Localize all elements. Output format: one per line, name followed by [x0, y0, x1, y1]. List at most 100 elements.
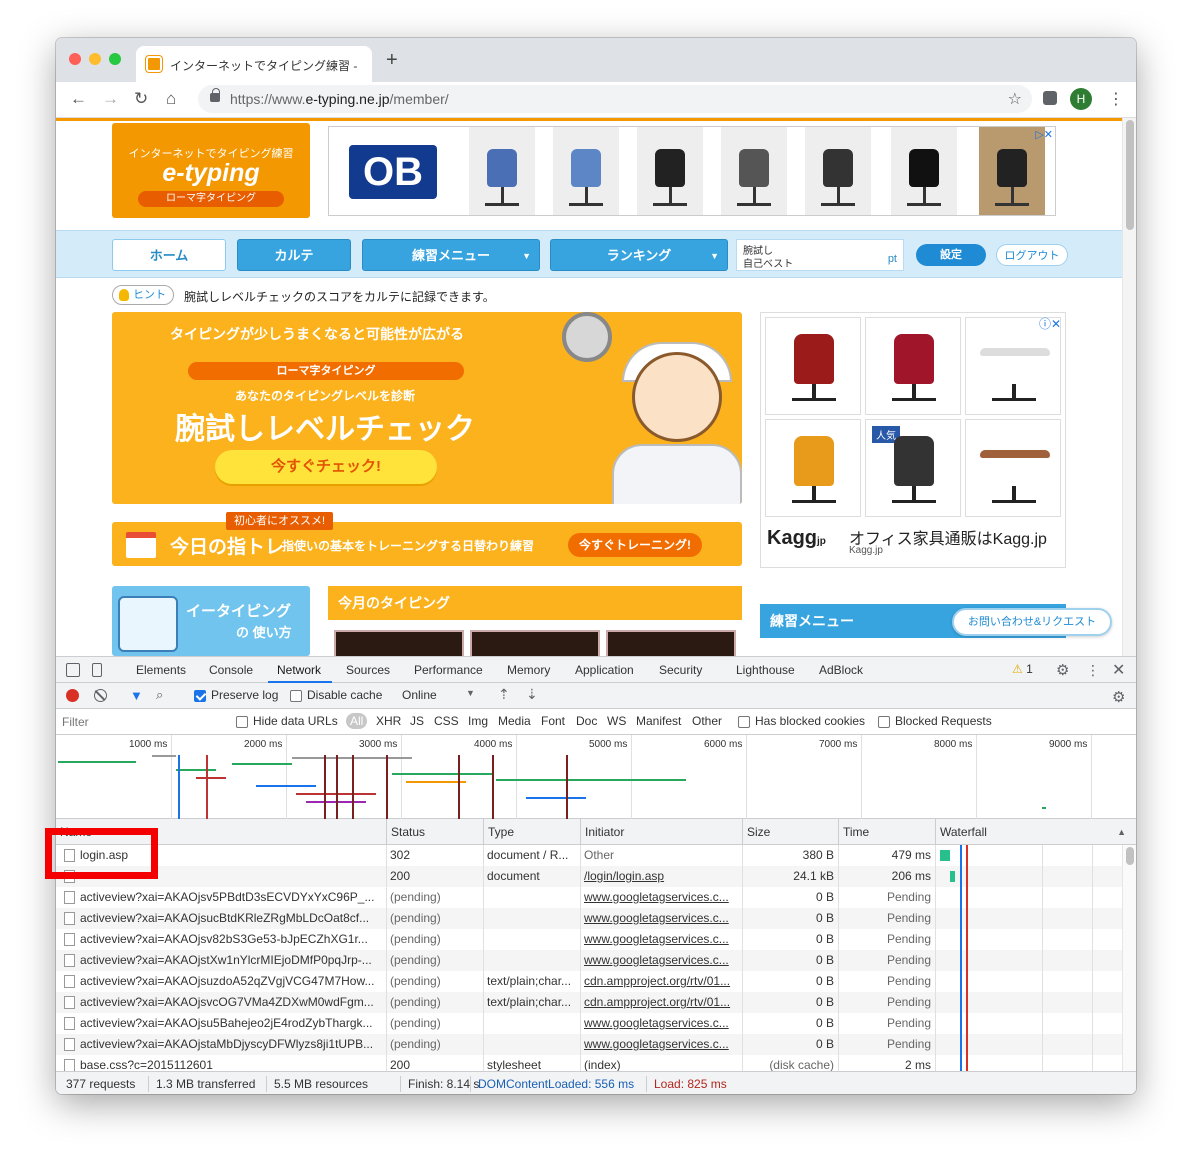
table-scrollbar-thumb[interactable]	[1126, 847, 1134, 865]
filter-manifest[interactable]: Manifest	[636, 714, 681, 728]
table-row[interactable]: activeview?xai=AKAOjstaMbDjyscyDFWlyzs8j…	[56, 1034, 1122, 1055]
logout-button[interactable]: ログアウト	[996, 244, 1068, 266]
page-scrollbar[interactable]	[1122, 118, 1136, 656]
close-devtools-icon[interactable]: ✕	[1112, 660, 1125, 680]
column-time[interactable]: Time	[838, 819, 935, 845]
site-logo[interactable]: インターネットでタイピング練習 e-typing ローマ字タイピング	[112, 123, 310, 218]
request-initiator-link[interactable]: www.googletagservices.c...	[580, 1034, 742, 1055]
ad-close-icon[interactable]: ⓘ✕	[1039, 315, 1061, 332]
filter-js[interactable]: JS	[410, 714, 424, 728]
filter-input[interactable]	[60, 712, 224, 732]
record-icon[interactable]	[66, 689, 79, 702]
column-initiator[interactable]: Initiator	[580, 819, 742, 845]
reload-icon[interactable]: ↻	[134, 90, 148, 108]
has-blocked-cookies-checkbox[interactable]	[738, 716, 750, 728]
ad-close-icon[interactable]: ▷✕	[1035, 128, 1053, 141]
filter-css[interactable]: CSS	[434, 714, 459, 728]
request-initiator-link[interactable]: www.googletagservices.c...	[580, 1013, 742, 1034]
tab-security[interactable]: Security	[659, 663, 702, 677]
table-row[interactable]: base.css?c=2015112601 200 stylesheet (in…	[56, 1055, 1122, 1071]
blocked-requests-checkbox[interactable]	[878, 716, 890, 728]
table-row[interactable]: activeview?xai=AKAOjsucBtdKRleZRgMbLDcOa…	[56, 908, 1122, 929]
network-overview-timeline[interactable]: 1000 ms 2000 ms 3000 ms 4000 ms 5000 ms …	[56, 735, 1136, 819]
request-initiator-link[interactable]: www.googletagservices.c...	[580, 929, 742, 950]
table-row[interactable]: activeview?xai=AKAOjstXw1nYlcrMIEjoDMfP0…	[56, 950, 1122, 971]
howto-banner[interactable]: イータイピング の 使い方	[112, 586, 310, 656]
train-now-button[interactable]: 今すぐトレーニング!	[568, 533, 702, 557]
inspect-element-icon[interactable]	[66, 663, 80, 677]
maximize-window-button[interactable]	[109, 53, 121, 65]
search-icon[interactable]: ⌕	[156, 687, 163, 703]
hide-data-urls-checkbox[interactable]	[236, 716, 248, 728]
home-icon[interactable]: ⌂	[166, 90, 176, 108]
warning-counter[interactable]: ⚠ 1	[1012, 662, 1033, 676]
table-row[interactable]: login.asp 302 document / R... Other 380 …	[56, 845, 1122, 866]
request-initiator-link[interactable]: cdn.ampproject.org/rtv/01...	[580, 992, 742, 1013]
close-window-button[interactable]	[69, 53, 81, 65]
nav-practice-menu-button[interactable]: 練習メニュー ▼	[362, 239, 540, 271]
column-waterfall[interactable]: Waterfall ▲	[935, 819, 1136, 845]
top-ad-banner[interactable]: OB ▷✕	[328, 126, 1056, 216]
request-initiator-link[interactable]: www.googletagservices.c...	[580, 950, 742, 971]
minimize-window-button[interactable]	[89, 53, 101, 65]
table-row[interactable]: activeview?xai=AKAOjsuzdoA52qZVgjVCG47M7…	[56, 971, 1122, 992]
disable-cache-checkbox[interactable]	[290, 690, 302, 702]
more-options-icon[interactable]: ⋮	[1086, 662, 1100, 679]
request-initiator-link[interactable]: www.googletagservices.c...	[580, 887, 742, 908]
filter-doc[interactable]: Doc	[576, 714, 597, 728]
column-status[interactable]: Status	[386, 819, 483, 845]
tab-elements[interactable]: Elements	[136, 663, 186, 677]
page-scrollbar-thumb[interactable]	[1126, 120, 1134, 230]
filter-xhr[interactable]: XHR	[376, 714, 401, 728]
table-row[interactable]: activeview?xai=AKAOjsvcOG7VMa4ZDXwM0wdFg…	[56, 992, 1122, 1013]
url-text[interactable]: https://www.e-typing.ne.jp/member/	[230, 91, 449, 107]
address-bar[interactable]: https://www.e-typing.ne.jp/member/ ☆	[198, 85, 1032, 113]
nav-home-button[interactable]: ホーム	[112, 239, 226, 271]
level-check-banner[interactable]: タイピングが少しうまくなると可能性が広がる ローマ字タイピング あなたのタイピン…	[112, 312, 742, 504]
tab-memory[interactable]: Memory	[507, 663, 550, 677]
forward-icon[interactable]: →	[102, 90, 119, 108]
filter-media[interactable]: Media	[498, 714, 531, 728]
check-now-button[interactable]: 今すぐチェック!	[215, 450, 437, 484]
contact-request-button[interactable]: お問い合わせ&リクエスト	[952, 608, 1112, 636]
filter-other[interactable]: Other	[692, 714, 722, 728]
filter-font[interactable]: Font	[541, 714, 565, 728]
extensions-icon[interactable]	[1043, 91, 1057, 105]
profile-avatar[interactable]: H	[1070, 88, 1092, 110]
column-size[interactable]: Size	[742, 819, 838, 845]
filter-funnel-icon[interactable]: ▼	[130, 688, 143, 703]
tab-console[interactable]: Console	[209, 663, 253, 677]
table-row[interactable]: 200 document /login/login.asp 24.1 kB 20…	[56, 866, 1122, 887]
column-type[interactable]: Type	[483, 819, 580, 845]
network-settings-gear-icon[interactable]: ⚙	[1112, 688, 1125, 706]
back-icon[interactable]: ←	[70, 90, 87, 108]
tab-lighthouse[interactable]: Lighthouse	[736, 663, 795, 677]
clear-icon[interactable]	[94, 689, 107, 702]
tab-network[interactable]: Network	[277, 663, 321, 677]
table-row[interactable]: activeview?xai=AKAOjsv5PBdtD3sECVDYxYxC9…	[56, 887, 1122, 908]
tab-performance[interactable]: Performance	[414, 663, 483, 677]
table-row[interactable]: activeview?xai=AKAOjsu5Bahejeo2jE4rodZyb…	[56, 1013, 1122, 1034]
request-initiator-link[interactable]: cdn.ampproject.org/rtv/01...	[580, 971, 742, 992]
throttling-select[interactable]: Online	[402, 688, 437, 702]
daily-training-banner[interactable]: 初心者にオススメ! 今日の指トレ 指使いの基本をトレーニングする日替わり練習 今…	[112, 512, 742, 566]
preserve-log-checkbox[interactable]	[194, 690, 206, 702]
table-scrollbar[interactable]	[1122, 845, 1136, 1071]
settings-button[interactable]: 設定	[916, 244, 986, 266]
device-toolbar-icon[interactable]	[92, 663, 102, 677]
export-har-icon[interactable]: ⇣	[526, 686, 538, 703]
nav-karte-button[interactable]: カルテ	[237, 239, 351, 271]
monthly-thumbnail[interactable]	[606, 630, 736, 656]
new-tab-button[interactable]: +	[386, 50, 398, 70]
import-har-icon[interactable]: ⇡	[498, 686, 510, 703]
request-initiator-link[interactable]: /login/login.asp	[580, 866, 742, 887]
bookmark-star-icon[interactable]: ☆	[1008, 89, 1022, 109]
filter-ws[interactable]: WS	[607, 714, 626, 728]
tab-sources[interactable]: Sources	[346, 663, 390, 677]
monthly-thumbnail[interactable]	[334, 630, 464, 656]
browser-menu-icon[interactable]: ⋮	[1108, 89, 1124, 109]
monthly-thumbnail[interactable]	[470, 630, 600, 656]
tab-application[interactable]: Application	[575, 663, 634, 677]
table-row[interactable]: activeview?xai=AKAOjsv82bS3Ge53-bJpECZhX…	[56, 929, 1122, 950]
request-initiator-link[interactable]: www.googletagservices.c...	[580, 908, 742, 929]
